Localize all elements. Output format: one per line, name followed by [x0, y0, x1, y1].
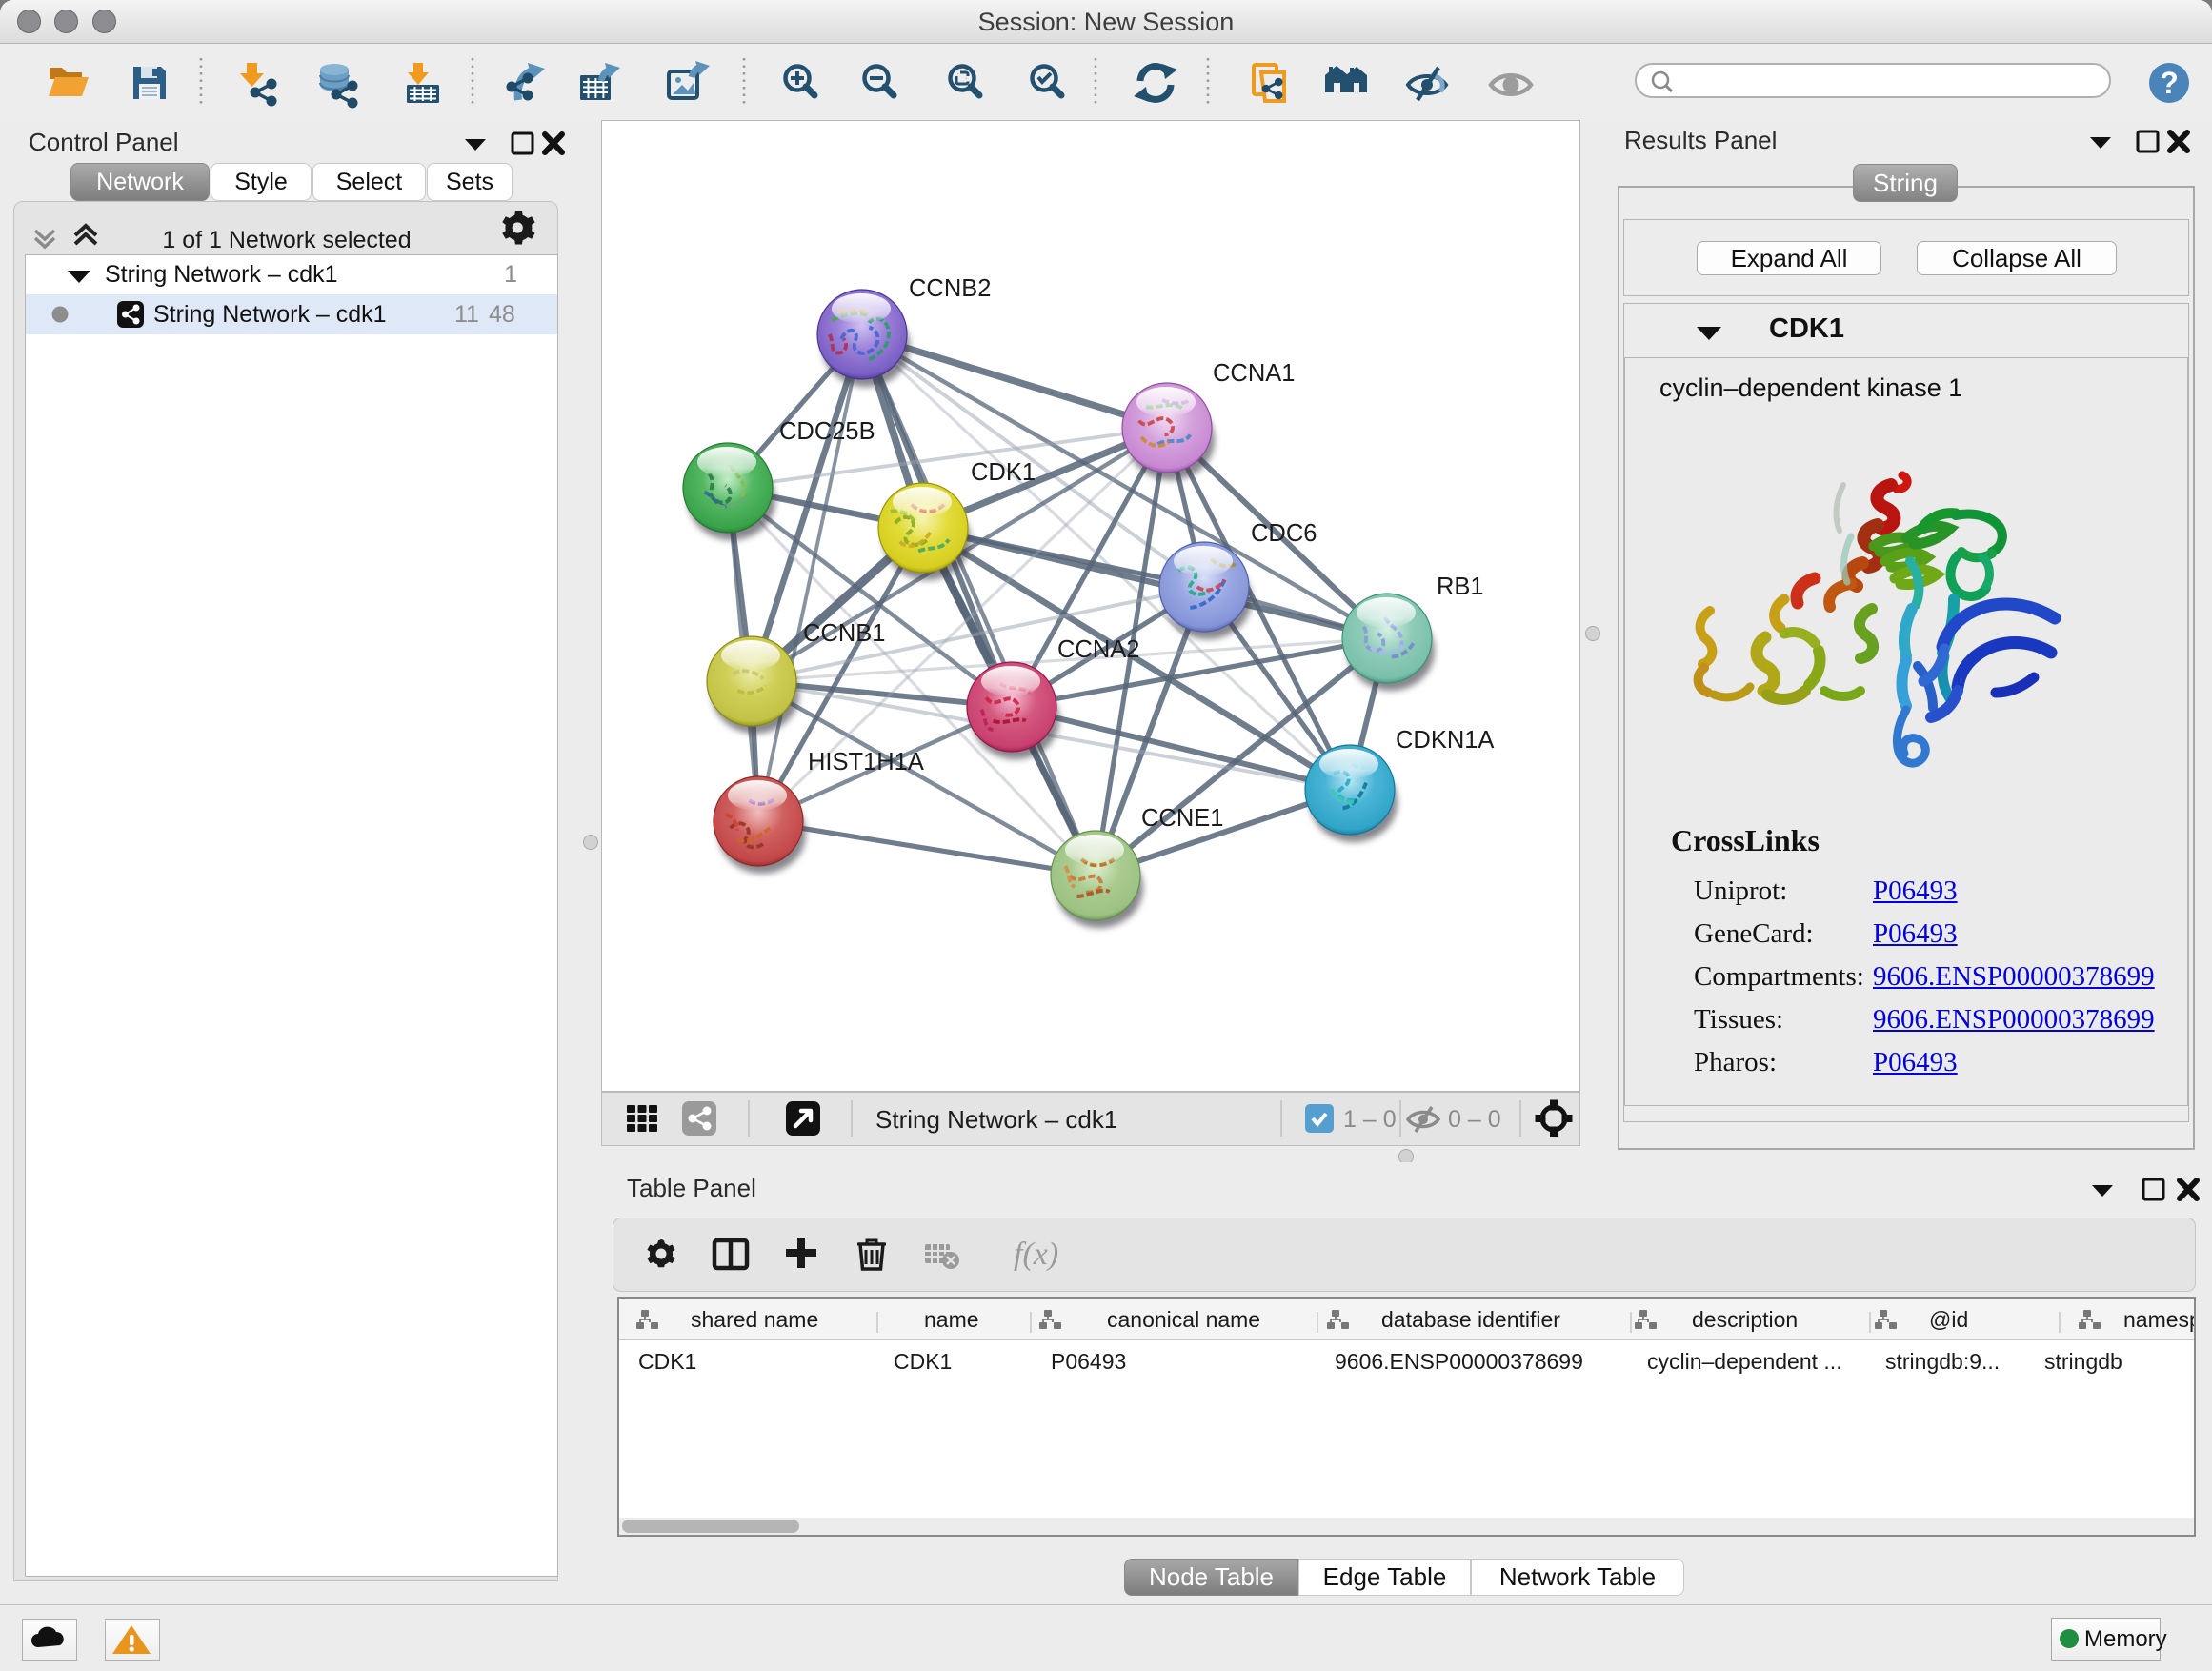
svg-text:@id: @id	[1929, 1307, 1968, 1332]
svg-text:String Network – cdk1: String Network – cdk1	[875, 1105, 1117, 1134]
svg-text:name: name	[924, 1307, 979, 1332]
svg-text:CCNA1: CCNA1	[1213, 360, 1295, 387]
svg-text:database identifier: database identifier	[1381, 1307, 1560, 1332]
svg-text:CCNA2: CCNA2	[1057, 636, 1139, 663]
svg-text:?: ?	[2160, 66, 2179, 100]
svg-text:CDK1: CDK1	[971, 459, 1036, 486]
svg-text:CCNB2: CCNB2	[909, 275, 991, 302]
svg-text:description: description	[1692, 1307, 1798, 1332]
svg-text:CCNE1: CCNE1	[1141, 805, 1223, 832]
svg-text:f(x): f(x)	[1014, 1237, 1058, 1272]
svg-text:RB1: RB1	[1437, 574, 1484, 600]
svg-text:HIST1H1A: HIST1H1A	[808, 749, 924, 775]
svg-text:CDC6: CDC6	[1251, 520, 1317, 547]
svg-text:canonical name: canonical name	[1107, 1307, 1260, 1332]
svg-text:shared name: shared name	[691, 1307, 818, 1332]
svg-text:0 – 0: 0 – 0	[1448, 1106, 1501, 1133]
svg-text:1 – 0: 1 – 0	[1343, 1106, 1397, 1133]
svg-text:CDC25B: CDC25B	[779, 418, 875, 445]
svg-text:CCNB1: CCNB1	[803, 620, 885, 647]
svg-text:namespac: namespac	[2123, 1307, 2194, 1332]
svg-text:CDKN1A: CDKN1A	[1396, 727, 1494, 754]
